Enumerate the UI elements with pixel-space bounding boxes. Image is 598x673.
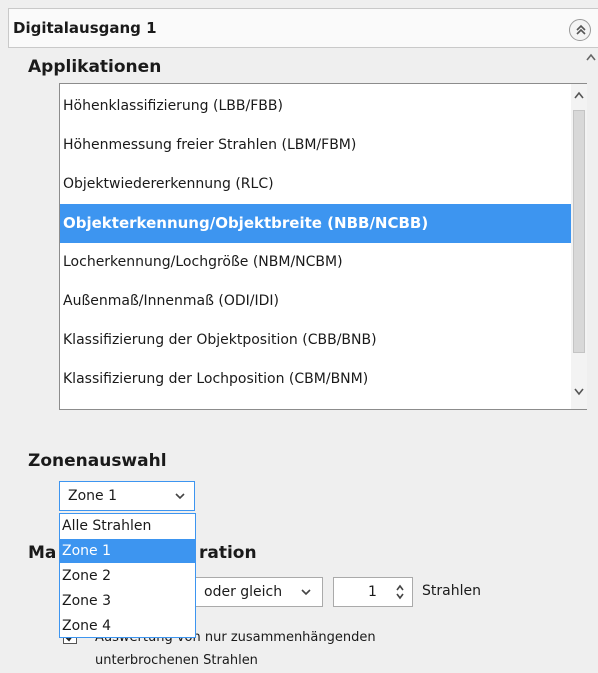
- scroll-down-arrow-icon[interactable]: [573, 387, 585, 397]
- list-item[interactable]: Klassifizierung der Lochposition (CBM/BN…: [60, 360, 571, 399]
- config-title-right: ration: [199, 543, 257, 563]
- checkbox-label-line2: unterbrochenen Strahlen: [95, 653, 258, 668]
- dropdown-option[interactable]: Alle Strahlen: [60, 514, 195, 538]
- list-item[interactable]: Locherkennung/Lochgröße (NBM/NCBM): [60, 243, 571, 282]
- panel-scroll-up-icon[interactable]: [585, 52, 597, 62]
- zone-dropdown-list[interactable]: Alle Strahlen Zone 1 Zone 2 Zone 3 Zone …: [59, 513, 196, 638]
- mode-select[interactable]: oder gleich: [195, 577, 323, 607]
- config-title-left: Ma: [28, 543, 57, 563]
- list-item[interactable]: Klassifizierung der Objektposition (CBB/…: [60, 321, 571, 360]
- list-item-selected[interactable]: Objekterkennung/Objektbreite (NBB/NCBB): [60, 204, 571, 243]
- count-spinbox[interactable]: 1: [333, 577, 413, 607]
- collapse-button[interactable]: [569, 19, 591, 41]
- double-chevron-up-icon: [576, 24, 586, 35]
- listbox-scrollbar[interactable]: [571, 84, 587, 409]
- dropdown-option[interactable]: Zone 4: [60, 614, 195, 638]
- count-value: 1: [368, 584, 377, 600]
- panel-header: Digitalausgang 1: [8, 8, 598, 48]
- list-item[interactable]: Höhenklassifizierung (LBB/FBB): [60, 87, 571, 126]
- chevron-down-icon: [175, 493, 185, 500]
- count-unit: Strahlen: [422, 583, 481, 599]
- spin-arrows-icon[interactable]: [394, 583, 406, 601]
- zone-select-value: Zone 1: [68, 488, 117, 504]
- dropdown-option-selected[interactable]: Zone 1: [60, 539, 195, 563]
- list-item[interactable]: Außenmaß/Innenmaß (ODI/IDI): [60, 282, 571, 321]
- mode-select-value: oder gleich: [204, 584, 283, 600]
- applications-listbox[interactable]: Höhenklassifizierung (LBB/FBB) Höhenmess…: [59, 83, 587, 410]
- list-item[interactable]: Objektwiedererkennung (RLC): [60, 165, 571, 204]
- panel-title: Digitalausgang 1: [13, 19, 157, 37]
- scrollbar-thumb[interactable]: [573, 110, 585, 353]
- chevron-down-icon: [301, 589, 311, 596]
- dropdown-option[interactable]: Zone 2: [60, 564, 195, 588]
- dropdown-option[interactable]: Zone 3: [60, 589, 195, 613]
- list-item[interactable]: Höhenmessung freier Strahlen (LBM/FBM): [60, 126, 571, 165]
- scroll-up-arrow-icon[interactable]: [573, 90, 585, 100]
- zone-title: Zonenauswahl: [28, 451, 167, 471]
- zone-select[interactable]: Zone 1: [59, 481, 195, 511]
- applications-title: Applikationen: [28, 57, 162, 77]
